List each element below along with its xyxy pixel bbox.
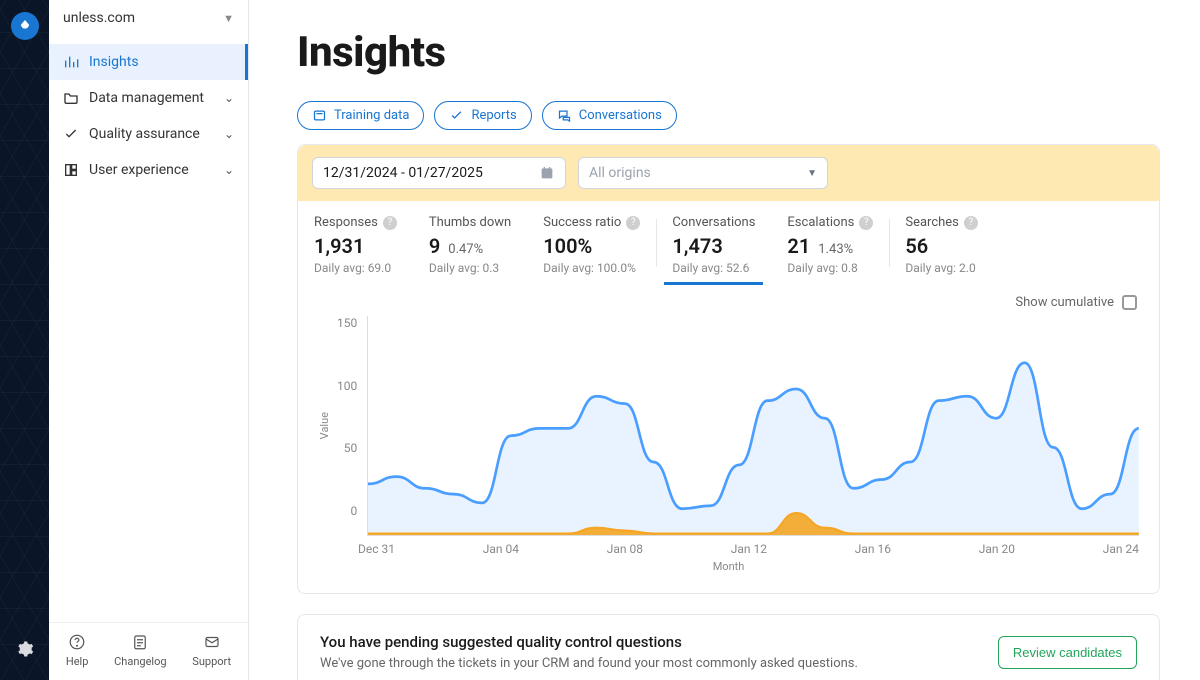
nav-label: Data management [89,90,204,106]
plot-area[interactable] [367,316,1139,536]
help-icon: ? [964,216,978,230]
page-title: Insights [297,28,1160,77]
metric-searches[interactable]: Searches?56Daily avg: 2.0 [889,215,994,275]
help-icon: ? [626,216,640,230]
y-axis-label: Value [318,412,331,439]
chevron-down-icon: ▼ [223,12,234,25]
check-badge-icon [63,126,79,142]
chart: Value 150100500 Dec 31Jan 04Jan 08Jan 12… [298,316,1159,593]
y-axis-ticks: 150100500 [337,316,367,536]
settings-icon[interactable] [16,640,34,662]
metric-thumbs_down[interactable]: Thumbs down90.47%Daily avg: 0.3 [413,215,527,275]
nav-label: Insights [89,54,139,70]
training-data-pill[interactable]: Training data [297,101,424,130]
site-picker[interactable]: unless.com ▼ [49,0,248,36]
qc-notice: You have pending suggested quality contr… [297,614,1160,680]
app-rail [0,0,49,680]
support-link[interactable]: Support [192,633,231,668]
chevron-down-icon: ▼ [807,168,817,179]
checkbox-empty-icon [1122,295,1137,310]
nav-label: Quality assurance [89,126,200,142]
sidebar: unless.com ▼ InsightsData management⌄Qua… [49,0,249,680]
review-candidates-button[interactable]: Review candidates [998,636,1137,669]
sidebar-item-quality-assurance[interactable]: Quality assurance ⌄ [49,116,248,152]
calendar-icon [539,165,555,181]
metric-success_ratio[interactable]: Success ratio?100%Daily avg: 100.0% [527,215,656,275]
x-axis-ticks: Dec 31Jan 04Jan 08Jan 12Jan 16Jan 20Jan … [318,536,1139,556]
cumulative-toggle[interactable]: Show cumulative [298,285,1159,316]
sidebar-item-data-management[interactable]: Data management ⌄ [49,80,248,116]
chevron-down-icon: ⌄ [224,91,234,105]
help-icon: ? [383,216,397,230]
folder-icon [63,90,79,106]
site-name: unless.com [63,10,135,26]
insights-card: 12/31/2024 - 01/27/2025 All origins ▼ Re… [297,144,1160,594]
bottom-bar: Help Changelog Support [49,622,248,680]
metric-responses[interactable]: Responses?1,931Daily avg: 69.0 [298,215,413,275]
app-logo[interactable] [11,12,39,40]
origin-select[interactable]: All origins ▼ [578,157,828,189]
sidebar-item-user-experience[interactable]: User experience ⌄ [49,152,248,188]
nav: InsightsData management⌄Quality assuranc… [49,44,248,188]
filter-bar: 12/31/2024 - 01/27/2025 All origins ▼ [298,145,1159,201]
chevron-down-icon: ⌄ [224,163,234,177]
reports-pill[interactable]: Reports [434,101,531,130]
tab-pills: Training data Reports Conversations [297,101,1160,130]
notice-body: We've gone through the tickets in your C… [320,656,858,671]
sidebar-item-insights[interactable]: Insights [49,44,248,80]
date-range-input[interactable]: 12/31/2024 - 01/27/2025 [312,157,566,189]
help-link[interactable]: Help [66,633,89,668]
chevron-down-icon: ⌄ [224,127,234,141]
layout-icon [63,162,79,178]
metric-escalations[interactable]: Escalations?211.43%Daily avg: 0.8 [771,215,889,275]
help-icon: ? [859,216,873,230]
metric-conversations[interactable]: Conversations1,473Daily avg: 52.6 [656,215,771,275]
conversations-pill[interactable]: Conversations [542,101,677,130]
chart-svg [368,316,1139,535]
nav-label: User experience [89,162,189,178]
metrics-row: Responses?1,931Daily avg: 69.0Thumbs dow… [298,201,1159,285]
notice-title: You have pending suggested quality contr… [320,633,858,651]
chart-bar-icon [63,54,79,70]
x-axis-label: Month [318,560,1139,573]
changelog-link[interactable]: Changelog [114,633,166,668]
main-content: Insights Training data Reports Conversat… [249,0,1200,680]
